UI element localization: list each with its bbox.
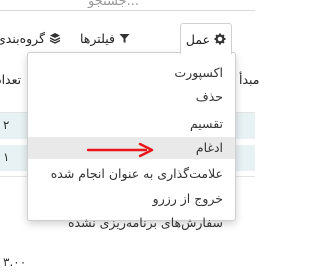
- search-underline: [0, 10, 255, 11]
- column-header-source[interactable]: مبدأ: [239, 72, 260, 87]
- row-quantity: ۲: [3, 118, 10, 132]
- gear-icon: [214, 33, 226, 45]
- group-by-label: گروه‌بندی: [0, 30, 46, 46]
- menu-item-unreserve[interactable]: خروج از رزرو: [153, 188, 223, 210]
- filters-button[interactable]: فیلترها: [80, 26, 130, 50]
- action-dropdown-menu: اکسپورت حذف تقسیم ادغام علامت‌گذاری به ع…: [27, 52, 236, 230]
- action-label: عمل: [185, 31, 211, 47]
- menu-item-delete[interactable]: حذف: [196, 86, 223, 108]
- footer-total: ۳.۰۰: [3, 255, 27, 269]
- red-arrow-annotation: [86, 142, 154, 158]
- menu-item-mark-as-done[interactable]: علامت‌گذاری به عنوان انجام شده: [51, 163, 223, 185]
- action-button[interactable]: عمل: [180, 23, 232, 54]
- menu-item-export[interactable]: اکسپورت: [174, 62, 223, 84]
- menu-item-split[interactable]: تقسیم: [190, 113, 223, 135]
- group-by-button[interactable]: گروه‌بندی: [0, 26, 61, 50]
- column-header-quantity[interactable]: تعداد: [0, 72, 21, 87]
- filters-label: فیلترها: [80, 30, 115, 46]
- filter-icon: [119, 33, 130, 44]
- row-quantity: ۱: [3, 150, 10, 164]
- menu-item-unplanned-orders[interactable]: سفارش‌های برنامه‌ریزی نشده: [68, 212, 223, 234]
- search-input-placeholder[interactable]: جستجو...: [88, 0, 139, 9]
- layers-icon: [49, 32, 61, 44]
